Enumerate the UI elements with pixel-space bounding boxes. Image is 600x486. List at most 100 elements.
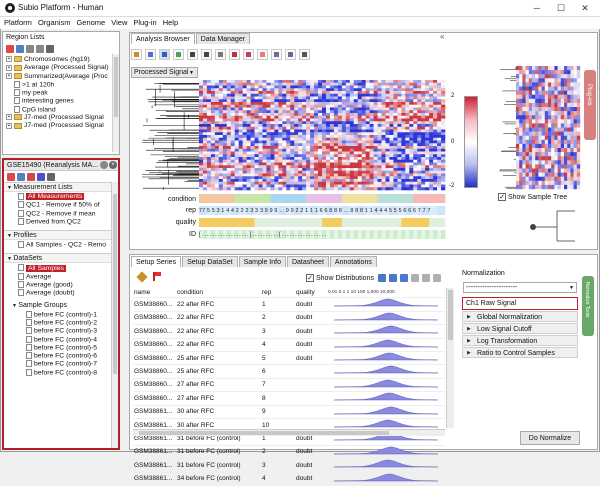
import-region-icon[interactable] <box>36 44 44 53</box>
sort-up-down-icon[interactable] <box>378 274 386 282</box>
normalize-tools-side-tab[interactable]: Normalize Tools <box>582 276 594 336</box>
cell-rep[interactable]: 2 <box>261 311 295 326</box>
hscroll-thumb[interactable] <box>139 431 389 435</box>
maximize-button[interactable]: ☐ <box>552 2 570 14</box>
menu-plugin[interactable]: Plug-in <box>131 17 158 29</box>
expand-icon[interactable]: + <box>6 64 12 71</box>
region-item[interactable]: my peak <box>6 89 111 97</box>
line-chart-icon[interactable] <box>145 49 156 60</box>
tab-analysis-browser[interactable]: Analysis Browser <box>131 33 195 44</box>
cell-condition[interactable]: 22 after RFC <box>176 324 261 339</box>
step-raw-signal[interactable]: Ch1 Raw Signal <box>462 297 578 310</box>
expand-icon[interactable]: + <box>6 122 12 129</box>
cell-condition[interactable]: 22 after RFC <box>176 311 261 326</box>
list-item[interactable]: Derived from QC2 <box>4 217 112 226</box>
signal-dropdown[interactable]: Processed Signal ▼ <box>131 67 198 78</box>
header-rep[interactable]: rep <box>261 288 295 299</box>
cell-name[interactable]: GSM38860... <box>133 378 176 393</box>
tab-sample-info[interactable]: Sample Info <box>238 256 286 267</box>
cell-name[interactable]: GSM38860... <box>133 364 176 379</box>
cell-name[interactable]: GSM38861... <box>133 405 176 420</box>
cell-condition[interactable]: 25 after RFC <box>176 351 261 366</box>
cell-condition[interactable]: 31 before FC (control) <box>176 458 261 473</box>
cell-name[interactable]: GSM38861... <box>133 458 176 473</box>
cell-quality[interactable] <box>295 405 327 420</box>
table-row[interactable]: GSM38860... 25 after RFC 5 doubt <box>133 351 445 366</box>
cell-rep[interactable]: 3 <box>261 458 295 473</box>
step-global-normalization[interactable]: Global Normalization <box>462 311 578 323</box>
cell-condition[interactable]: 34 before FC (control) <box>176 472 261 486</box>
cell-condition[interactable]: 25 after RFC <box>176 364 261 379</box>
cell-name[interactable]: GSM38861... <box>133 445 176 460</box>
dots-icon[interactable] <box>215 49 226 60</box>
menu-help[interactable]: Help <box>161 17 180 29</box>
list-item[interactable]: before FC (control)-2 <box>4 318 112 327</box>
heatmap-matrix[interactable] <box>199 80 446 191</box>
list-item[interactable]: Average (doubt) <box>4 289 112 297</box>
heatmap-thumbnail[interactable] <box>496 66 581 191</box>
cell-quality[interactable]: doubt <box>295 351 327 366</box>
chevron-down-icon[interactable]: ▼ <box>189 68 194 78</box>
cell-quality[interactable]: doubt <box>295 324 327 339</box>
list-item[interactable]: Average (good) <box>4 281 112 289</box>
step-log-transformation[interactable]: Log Transformation <box>462 335 578 347</box>
region-item[interactable]: + Average (Processed Signal) <box>6 64 111 72</box>
list-item[interactable]: Average <box>4 272 112 281</box>
cell-rep[interactable]: 3 <box>261 324 295 339</box>
section-measurement-lists[interactable]: ▼ Measurement Lists <box>4 182 112 192</box>
step-low-signal-cutoff[interactable]: Low Signal Cutoff <box>462 323 578 335</box>
region-scrollbar[interactable] <box>112 54 119 152</box>
down-icon[interactable] <box>37 172 45 181</box>
cell-rep[interactable]: 8 <box>261 391 295 406</box>
cell-name[interactable]: GSM38860... <box>133 391 176 406</box>
cell-rep[interactable]: 4 <box>261 338 295 353</box>
table-row[interactable]: GSM38860... 22 after RFC 3 doubt <box>133 324 445 339</box>
add-icon[interactable] <box>7 172 15 181</box>
tab-data-manager[interactable]: Data Manager <box>195 33 251 44</box>
show-sample-tree-checkbox[interactable]: ✓ <box>498 193 506 201</box>
cell-condition[interactable]: 27 after RFC <box>176 391 261 406</box>
menu-platform[interactable]: Platform <box>2 17 34 29</box>
show-distributions-checkbox[interactable]: ✓ <box>306 274 314 282</box>
previous-icon[interactable] <box>411 274 419 282</box>
table-row[interactable]: GSM38861... 31 before FC (control) 2 doubt <box>133 445 445 460</box>
series-scrollbar[interactable] <box>111 182 118 448</box>
do-normalize-button[interactable]: Do Normalize <box>520 431 580 445</box>
cell-condition[interactable]: 31 before FC (control) <box>176 445 261 460</box>
cell-condition[interactable]: 27 after RFC <box>176 378 261 393</box>
table-row[interactable]: GSM38860... 22 after RFC 2 doubt <box>133 311 445 326</box>
cell-rep[interactable]: 5 <box>261 351 295 366</box>
heatmap-icon[interactable] <box>159 49 170 60</box>
table-hscrollbar[interactable] <box>133 429 445 436</box>
list-item[interactable]: before FC (control)-8 <box>4 368 112 377</box>
move-left-icon[interactable] <box>389 274 397 282</box>
cell-name[interactable]: GSM38860... <box>133 338 176 353</box>
flag-icon[interactable] <box>153 272 161 281</box>
bar-chart-icon[interactable] <box>173 49 184 60</box>
collapse-left-icon[interactable]: « <box>440 33 448 41</box>
cell-rep[interactable]: 4 <box>261 472 295 486</box>
cell-quality[interactable] <box>295 364 327 379</box>
scatter-icon[interactable] <box>131 49 142 60</box>
tab-annotations[interactable]: Annotations <box>329 256 377 267</box>
scroll-thumb[interactable] <box>113 194 117 374</box>
cell-rep[interactable]: 1 <box>261 297 295 312</box>
list-item[interactable]: All Samples <box>4 264 112 272</box>
cell-rep[interactable]: 9 <box>261 405 295 420</box>
cell-name[interactable]: GSM38860... <box>133 324 176 339</box>
tab-datasheet[interactable]: Datasheet <box>286 256 329 267</box>
cell-quality[interactable]: doubt <box>295 297 327 312</box>
list-item[interactable]: before FC (control)-3 <box>4 327 112 335</box>
info-icon[interactable] <box>100 161 108 169</box>
menu-genome[interactable]: Genome <box>74 17 107 29</box>
table-row[interactable]: GSM38860... 27 after RFC 7 <box>133 378 445 393</box>
add-region-icon[interactable] <box>6 44 14 53</box>
expand-icon[interactable]: + <box>6 72 12 79</box>
list-item[interactable]: All Measurements <box>4 193 112 201</box>
tab-setup-dataset[interactable]: Setup DataSet <box>182 256 238 267</box>
table-row[interactable]: GSM38861... 31 before FC (control) 3 doubt <box>133 458 445 473</box>
table-row[interactable]: GSM38861... 34 before FC (control) 4 doubt <box>133 472 445 486</box>
region-item[interactable]: interesting genes <box>6 97 111 105</box>
grid-alt-icon[interactable] <box>285 49 296 60</box>
cell-condition[interactable]: 22 after RFC <box>176 338 261 353</box>
